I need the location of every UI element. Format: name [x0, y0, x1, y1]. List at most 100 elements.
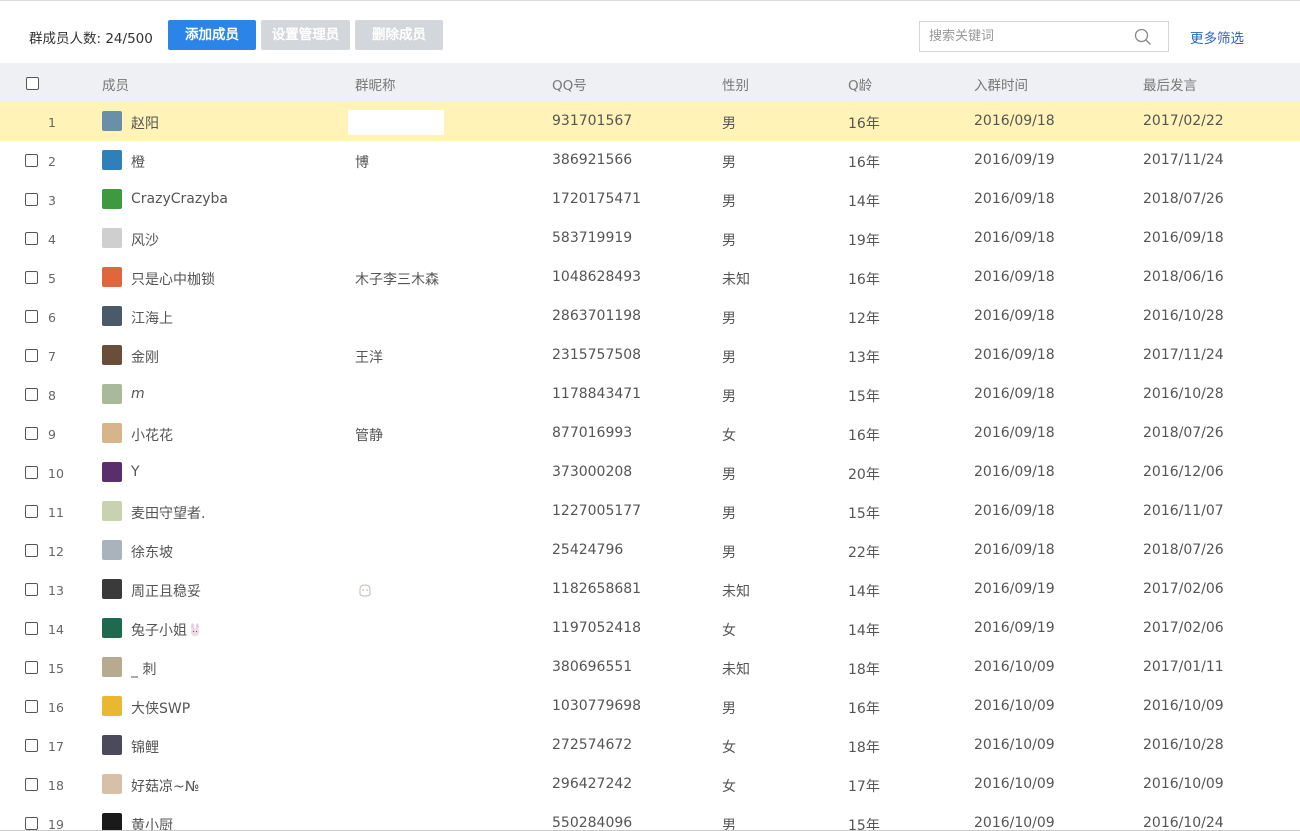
member-q-age: 16年 [848, 701, 880, 717]
avatar[interactable] [102, 501, 122, 521]
member-join-time: 2016/09/18 [974, 269, 1055, 285]
avatar[interactable] [102, 111, 122, 131]
avatar[interactable] [102, 306, 122, 326]
table-row[interactable]: 5 只是心中枷锁 木子李三木森 1048628493 未知 16年 2016/09/18 20… [0, 258, 1300, 297]
avatar[interactable] [102, 150, 122, 170]
member-name[interactable]: 麦田守望者. [131, 503, 205, 523]
avatar[interactable] [102, 345, 122, 365]
table-row[interactable]: 7 金刚 王洋 2315757508 男 13年 2016/09/18 2017/11/24 [0, 336, 1300, 375]
nickname-edit-field[interactable] [348, 110, 444, 135]
member-name[interactable]: 锦鲤 [131, 737, 159, 757]
row-checkbox[interactable] [25, 700, 38, 713]
member-name[interactable]: 风沙 [131, 230, 159, 250]
table-row[interactable]: 16 大侠SWP 1030779698 男 16年 2016/10/09 2016/10/0… [0, 687, 1300, 726]
member-name[interactable]: 小花花 [131, 425, 173, 445]
search-input[interactable] [929, 22, 1129, 51]
member-gender: 男 [722, 467, 736, 483]
table-row[interactable]: 13 周正且稳妥 1182658681 未知 14年 2016/09/19 2017/02/… [0, 570, 1300, 609]
table-row[interactable]: 6 江海上 2863701198 男 12年 2016/09/18 2016/10/28 [0, 297, 1300, 336]
row-checkbox[interactable] [25, 388, 38, 401]
table-row[interactable]: 10 Y 373000208 男 20年 2016/09/18 2016/12/06 [0, 453, 1300, 492]
member-name[interactable]: 好菇凉~№ [131, 776, 199, 796]
table-row[interactable]: 17 锦鲤 272574672 女 18年 2016/10/09 2016/10/28 [0, 726, 1300, 765]
member-name[interactable]: 橙 [131, 152, 145, 172]
member-name[interactable]: 江海上 [131, 308, 173, 328]
row-checkbox[interactable] [25, 739, 38, 752]
row-checkbox[interactable] [25, 505, 38, 518]
member-name[interactable]: 徐东坡 [131, 542, 173, 562]
table-row[interactable]: 1 赵阳 931701567 男 16年 2016/09/18 2017/02/22 [0, 102, 1300, 141]
add-member-button[interactable]: 添加成员 [168, 20, 256, 50]
row-checkbox[interactable] [25, 778, 38, 791]
table-row[interactable]: 3 CrazyCrazyba 1720175471 男 14年 2016/09/18 201… [0, 180, 1300, 219]
header-gender[interactable]: 性别 [722, 74, 749, 94]
row-checkbox[interactable] [25, 310, 38, 323]
row-checkbox[interactable] [25, 232, 38, 245]
member-name[interactable]: 只是心中枷锁 [131, 269, 215, 289]
row-checkbox[interactable] [25, 466, 38, 479]
member-name[interactable]: 赵阳 [131, 113, 159, 133]
row-checkbox[interactable] [25, 817, 38, 830]
avatar[interactable] [102, 657, 122, 677]
table-row[interactable]: 8 m 1178843471 男 15年 2016/09/18 2016/10/28 [0, 375, 1300, 414]
row-checkbox[interactable] [25, 193, 38, 206]
header-member[interactable]: 成员 [102, 74, 129, 94]
member-name[interactable]: 大侠SWP [131, 698, 190, 718]
header-join-time[interactable]: 入群时间 [974, 74, 1028, 94]
member-q-age: 16年 [848, 116, 880, 132]
member-qq: 386921566 [552, 152, 633, 168]
table-row[interactable]: 12 徐东坡 25424796 男 22年 2016/09/18 2018/07/26 [0, 531, 1300, 570]
row-checkbox[interactable] [25, 661, 38, 674]
avatar[interactable] [102, 384, 122, 404]
header-nickname[interactable]: 群昵称 [355, 74, 396, 94]
table-row[interactable]: 18 好菇凉~№ 296427242 女 17年 2016/10/09 2016/10/09 [0, 765, 1300, 804]
avatar[interactable] [102, 696, 122, 716]
avatar[interactable] [102, 774, 122, 794]
avatar[interactable] [102, 618, 122, 638]
row-index: 11 [48, 505, 64, 520]
search-box[interactable] [919, 21, 1169, 52]
select-all-checkbox[interactable] [26, 77, 39, 90]
member-last-speak: 2017/01/11 [1143, 659, 1224, 675]
header-last-speak[interactable]: 最后发言 [1143, 74, 1197, 94]
member-name[interactable]: 金刚 [131, 347, 159, 367]
row-checkbox[interactable] [25, 154, 38, 167]
table-row[interactable]: 15 _ 刺 380696551 未知 18年 2016/10/09 2017/01/11 [0, 648, 1300, 687]
avatar[interactable] [102, 735, 122, 755]
table-row[interactable]: 9 小花花 管静 877016993 女 16年 2016/09/18 2018/07/26 [0, 414, 1300, 453]
search-icon[interactable] [1134, 28, 1152, 46]
table-row[interactable]: 19 黄小厨 550284096 男 15年 2016/10/09 2016/10/24 [0, 804, 1300, 831]
header-qq[interactable]: QQ号 [552, 74, 587, 94]
table-row[interactable]: 4 风沙 583719919 男 19年 2016/09/18 2016/09/18 [0, 219, 1300, 258]
table-row[interactable]: 14 兔子小姐 1197052418 女 14年 2016/09/19 2017/02/06 [0, 609, 1300, 648]
row-checkbox[interactable] [25, 349, 38, 362]
row-index: 6 [48, 310, 56, 325]
member-name[interactable]: 周正且稳妥 [131, 581, 201, 601]
row-checkbox[interactable] [25, 622, 38, 635]
table-row[interactable]: 11 麦田守望者. 1227005177 男 15年 2016/09/18 2016/11/… [0, 492, 1300, 531]
avatar[interactable] [102, 189, 122, 209]
table-row[interactable]: 2 橙 博 386921566 男 16年 2016/09/19 2017/11/24 [0, 141, 1300, 180]
set-admin-button[interactable]: 设置管理员 [261, 20, 350, 50]
header-age[interactable]: Q龄 [848, 74, 872, 94]
member-name[interactable]: Y [131, 464, 140, 480]
avatar[interactable] [102, 267, 122, 287]
row-checkbox[interactable] [25, 427, 38, 440]
member-nickname: 管静 [355, 428, 383, 444]
member-name[interactable]: 黄小厨 [131, 815, 173, 831]
avatar[interactable] [102, 423, 122, 443]
avatar[interactable] [102, 228, 122, 248]
row-checkbox[interactable] [25, 583, 38, 596]
delete-member-button[interactable]: 删除成员 [355, 20, 443, 50]
row-checkbox[interactable] [25, 544, 38, 557]
member-name[interactable]: _ 刺 [131, 659, 156, 679]
avatar[interactable] [102, 540, 122, 560]
member-name[interactable]: m [131, 386, 145, 402]
avatar[interactable] [102, 462, 122, 482]
more-filter-link[interactable]: 更多筛选 [1190, 27, 1244, 47]
member-name[interactable]: 兔子小姐 [131, 620, 202, 640]
avatar[interactable] [102, 579, 122, 599]
row-checkbox[interactable] [25, 271, 38, 284]
member-name[interactable]: CrazyCrazyba [131, 191, 228, 207]
avatar[interactable] [102, 813, 122, 831]
